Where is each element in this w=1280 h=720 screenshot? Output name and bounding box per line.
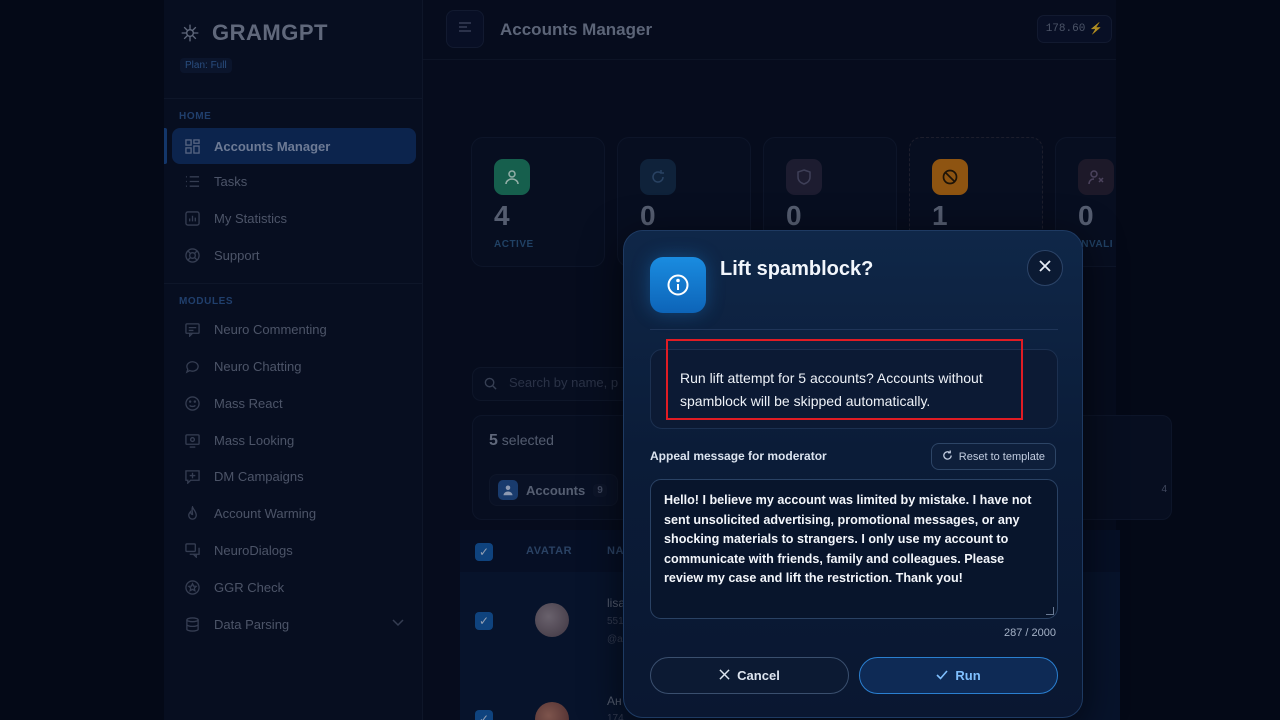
dialog-title: Lift spamblock? [720, 258, 874, 280]
lift-spamblock-dialog: Lift spamblock? Run lift attempt for 5 a… [623, 230, 1083, 718]
appeal-label: Appeal message for moderator [650, 449, 827, 463]
appeal-text: Hello! I believe my account was limited … [664, 493, 1032, 586]
close-icon [1039, 259, 1051, 277]
close-icon [719, 668, 730, 683]
divider [650, 329, 1058, 330]
reset-to-template-button[interactable]: Reset to template [930, 443, 1056, 470]
info-icon [650, 257, 706, 313]
resize-handle[interactable] [1046, 607, 1054, 615]
cancel-button[interactable]: Cancel [650, 657, 849, 694]
refresh-icon [942, 449, 953, 464]
character-count: 287 / 2000 [1004, 627, 1056, 639]
run-button[interactable]: Run [859, 657, 1058, 694]
close-button[interactable] [1027, 250, 1063, 286]
appeal-message-textarea[interactable]: Hello! I believe my account was limited … [650, 479, 1058, 619]
cancel-label: Cancel [737, 668, 780, 683]
run-label: Run [955, 668, 981, 683]
checkmark-icon [936, 668, 948, 683]
reset-label: Reset to template [958, 450, 1045, 463]
highlight-box [666, 339, 1023, 420]
